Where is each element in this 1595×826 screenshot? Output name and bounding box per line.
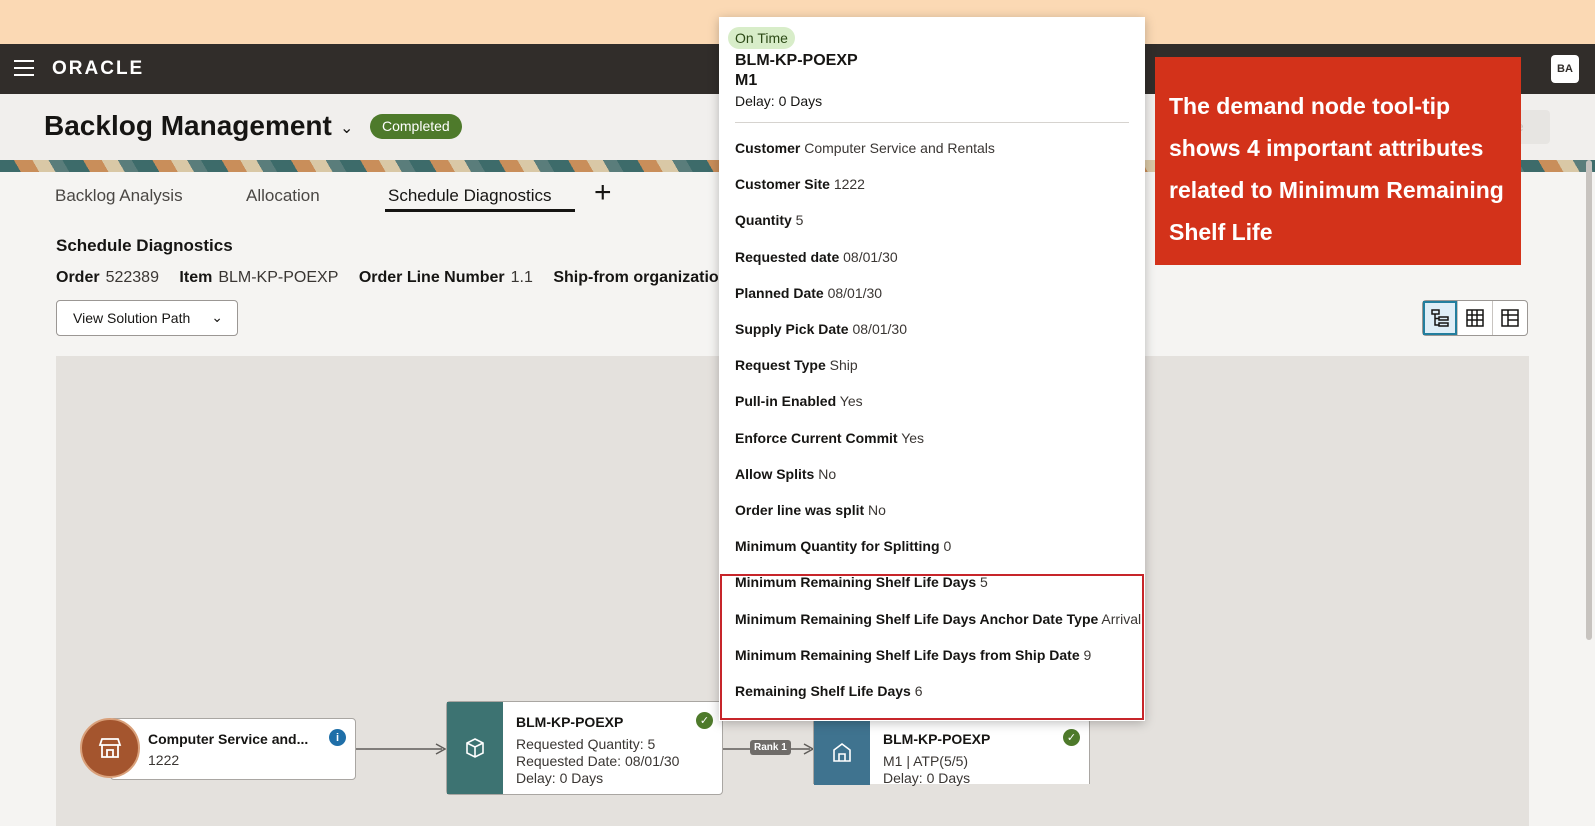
tooltip-item: BLM-KP-POEXP: [735, 52, 858, 69]
tooltip-row-label: Request Type: [735, 357, 826, 374]
tooltip-row-label: Order line was split: [735, 502, 865, 518]
tooltip-row-value: No: [818, 465, 837, 482]
check-icon: ✓: [1063, 729, 1080, 746]
tooltip-row-label: Planned Date: [735, 284, 824, 301]
supply-atp: M1 | ATP(5/5): [883, 753, 969, 769]
tooltip-row: Supply Pick Date 08/01/30: [735, 321, 907, 337]
tooltip-row-value: Computer Service and Rentals: [804, 140, 995, 156]
demand-title: BLM-KP-POEXP: [516, 714, 624, 730]
tooltip-delay: Delay: 0 Days: [735, 93, 823, 109]
shelf-life-highlight: [720, 574, 1144, 720]
tooltip-row-value: 08/01/30: [827, 284, 883, 301]
tooltip-row: Order line was split No: [735, 502, 886, 518]
tooltip-row-label: Customer Site: [735, 176, 830, 193]
tooltip-row: Customer Computer Service and Rentals: [735, 140, 995, 156]
tooltip-row: Minimum Quantity for Splitting 0: [735, 538, 951, 554]
tooltip-row: Pull-in Enabled Yes: [735, 393, 863, 409]
supply-title: BLM-KP-POEXP: [883, 731, 991, 747]
tooltip-row-value: 0: [943, 538, 952, 555]
demand-date: Requested Date: 08/01/30: [516, 753, 680, 769]
box-icon: [447, 702, 503, 794]
tooltip-row: Requested date 08/01/30: [735, 249, 898, 265]
tooltip-row-value: 08/01/30: [843, 248, 898, 265]
tooltip-row-label: Supply Pick Date: [735, 321, 849, 337]
customer-site: 1222: [148, 752, 180, 768]
check-icon: ✓: [696, 712, 713, 729]
tooltip-row-value: 08/01/30: [852, 321, 907, 337]
tooltip-row-value: Yes: [839, 393, 863, 410]
tooltip-row-value: Ship: [829, 357, 858, 374]
supply-node[interactable]: BLM-KP-POEXP M1 | ATP(5/5) Delay: 0 Days…: [813, 718, 1090, 786]
tooltip-row-label: Customer: [735, 140, 801, 156]
tooltip-row: Allow Splits No: [735, 466, 836, 482]
tooltip-row: Quantity 5: [735, 212, 803, 228]
demand-node[interactable]: BLM-KP-POEXP Requested Quantity: 5 Reque…: [446, 701, 723, 795]
tooltip-row-value: 1222: [833, 176, 865, 193]
demand-delay: Delay: 0 Days: [516, 770, 604, 786]
tooltip-row-label: Requested date: [735, 248, 840, 265]
store-icon: [80, 718, 140, 778]
tooltip-row: Planned Date 08/01/30: [735, 285, 882, 301]
tooltip-title: BLM-KP-POEXP M1: [735, 51, 858, 91]
on-time-badge: On Time: [728, 27, 795, 49]
tooltip-row-value: Yes: [901, 429, 925, 446]
tooltip-row-value: 5: [795, 212, 804, 229]
demand-quantity: Requested Quantity: 5: [516, 736, 656, 752]
supply-delay: Delay: 0 Days: [883, 770, 971, 786]
divider: [735, 122, 1129, 123]
tooltip-row: Customer Site 1222: [735, 176, 865, 192]
customer-node[interactable]: Computer Service and... 1222 i: [110, 718, 356, 780]
warehouse-icon: [814, 719, 870, 785]
tooltip-row: Request Type Ship: [735, 357, 858, 373]
rank-badge: Rank 1: [750, 740, 791, 755]
annotation-callout: The demand node tool-tip shows 4 importa…: [1155, 57, 1521, 265]
tooltip-row-label: Allow Splits: [735, 465, 815, 482]
scrollbar[interactable]: [1586, 160, 1592, 640]
info-icon[interactable]: i: [329, 729, 346, 746]
tooltip-org: M1: [735, 72, 758, 89]
customer-name: Computer Service and...: [148, 731, 309, 747]
tooltip-row-label: Pull-in Enabled: [735, 393, 837, 410]
tooltip-row-label: Minimum Quantity for Splitting: [735, 538, 940, 555]
tooltip-row-value: No: [868, 502, 886, 518]
tooltip-row-label: Quantity: [735, 212, 792, 229]
tooltip-row: Enforce Current Commit Yes: [735, 430, 924, 446]
tooltip-row-label: Enforce Current Commit: [735, 429, 898, 446]
